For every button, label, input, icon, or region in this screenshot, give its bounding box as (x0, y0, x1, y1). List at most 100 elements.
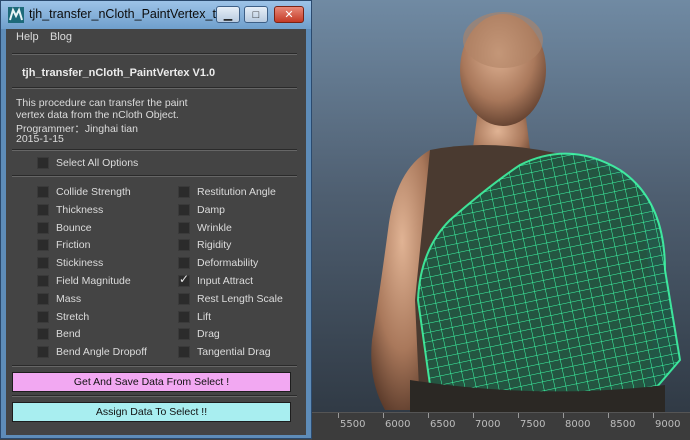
timeline-tick-mark (428, 413, 429, 418)
title-bar[interactable]: tjh_transfer_nCloth_PaintVertex_t... ▁ □… (1, 1, 311, 29)
checkbox-box[interactable] (178, 346, 190, 359)
right-checkbox-rest-length-scale[interactable]: Rest Length Scale (178, 291, 283, 307)
timeline-tick-label: 8000 (565, 419, 591, 430)
timeline-tick-mark (608, 413, 609, 418)
right-checkbox-rigidity[interactable]: Rigidity (178, 237, 231, 253)
right-checkbox-lift[interactable]: Lift (178, 309, 211, 325)
checkbox-box[interactable] (178, 239, 190, 252)
divider (12, 149, 297, 151)
checkbox-label: Input Attract (197, 275, 254, 287)
timeline-tick-label: 7500 (520, 419, 546, 430)
right-checkbox-deformability[interactable]: Deformability (178, 255, 258, 271)
checkbox-box[interactable] (37, 186, 49, 198)
right-checkbox-damp[interactable]: Damp (178, 202, 225, 218)
timeline-tick-label: 9000 (655, 419, 681, 430)
checkbox-box[interactable] (37, 310, 49, 323)
checkbox-label: Stickiness (56, 257, 104, 270)
checkbox-label: Bend Angle Dropoff (56, 346, 147, 359)
description-line: vertex data from the nCloth Object. (16, 109, 179, 121)
checkbox-label: Wrinkle (197, 221, 232, 234)
checkbox-label: Stretch (56, 310, 90, 323)
checkbox-label: Field Magnitude (56, 275, 131, 287)
close-icon: ✕ (284, 9, 294, 21)
timeline-tick-mark (383, 413, 384, 418)
right-checkbox-input-attract[interactable]: Input Attract (178, 272, 254, 289)
checkbox-label: Tangential Drag (197, 346, 271, 359)
checkbox-box[interactable] (37, 203, 49, 216)
checkbox-label: Collide Strength (56, 186, 131, 198)
left-checkbox-friction[interactable]: Friction (37, 237, 90, 253)
checkbox-box[interactable] (37, 292, 49, 305)
checkbox-label: Bounce (56, 221, 92, 234)
checkbox-label: Thickness (56, 203, 104, 216)
divider (12, 87, 297, 89)
checkbox-box[interactable] (37, 157, 49, 169)
minimize-button[interactable]: ▁ (216, 6, 240, 23)
timeline-tick-mark (473, 413, 474, 418)
left-checkbox-stretch[interactable]: Stretch (37, 309, 89, 325)
left-checkbox-stickiness[interactable]: Stickiness (37, 255, 103, 271)
menu-help[interactable]: Help (16, 31, 39, 43)
timeline-tick-label: 8500 (610, 419, 636, 430)
checkbox-box[interactable] (178, 203, 190, 216)
checkbox-box[interactable] (37, 239, 49, 252)
divider (12, 175, 297, 177)
timeline-tick-label: 5500 (340, 419, 366, 430)
left-checkbox-field-magnitude[interactable]: Field Magnitude (37, 273, 131, 289)
checkbox-label: Rest Length Scale (197, 292, 283, 305)
checkbox-box[interactable] (178, 257, 190, 270)
left-checkbox-mass[interactable]: Mass (37, 291, 81, 307)
checkbox-label: Rigidity (197, 239, 232, 252)
select-all-checkbox[interactable]: Select All Options (37, 155, 138, 171)
left-checkbox-collide-strength[interactable]: Collide Strength (37, 184, 131, 200)
window-title: tjh_transfer_nCloth_PaintVertex_t... (29, 7, 227, 21)
checkbox-box[interactable] (178, 310, 190, 323)
checkbox-box[interactable] (37, 221, 49, 234)
right-checkbox-tangential-drag[interactable]: Tangential Drag (178, 344, 271, 360)
right-checkbox-drag[interactable]: Drag (178, 326, 220, 342)
right-checkbox-restitution-angle[interactable]: Restitution Angle (178, 184, 276, 200)
timeline-tick-mark (653, 413, 654, 418)
checkbox-label: Drag (197, 328, 220, 341)
checkbox-box[interactable] (178, 186, 190, 198)
timeline-tick-mark (518, 413, 519, 418)
script-window: tjh_transfer_nCloth_PaintVertex_t... ▁ □… (0, 0, 312, 439)
divider (12, 395, 297, 397)
menu-bar: Help Blog (6, 29, 306, 47)
checkbox-box[interactable] (178, 221, 190, 234)
checkbox-box[interactable] (37, 257, 49, 270)
close-button[interactable]: ✕ (274, 6, 304, 23)
checkbox-label: Friction (56, 239, 91, 252)
description-line: This procedure can transfer the paint (16, 97, 188, 109)
left-checkbox-bend-angle-dropoff[interactable]: Bend Angle Dropoff (37, 344, 147, 360)
left-checkbox-thickness[interactable]: Thickness (37, 202, 103, 218)
divider (12, 53, 297, 55)
maximize-button[interactable]: □ (244, 6, 268, 23)
divider (12, 365, 297, 367)
timeline-tick-label: 6000 (385, 419, 411, 430)
checkbox-box[interactable] (178, 328, 190, 341)
checkbox-box[interactable] (37, 275, 49, 287)
left-checkbox-bounce[interactable]: Bounce (37, 220, 92, 236)
maya-app-icon (8, 7, 24, 23)
checkbox-box[interactable] (37, 346, 49, 359)
checkbox-box[interactable] (178, 272, 190, 287)
menu-blog[interactable]: Blog (50, 31, 72, 43)
timeline-tick-label: 6500 (430, 419, 456, 430)
checkbox-box[interactable] (178, 292, 190, 305)
checkbox-label: Damp (197, 203, 226, 216)
get-save-data-button[interactable]: Get And Save Data From Select ! (12, 372, 291, 392)
checkbox-box[interactable] (37, 328, 49, 341)
left-checkbox-bend[interactable]: Bend (37, 326, 81, 342)
right-checkbox-wrinkle[interactable]: Wrinkle (178, 220, 232, 236)
maximize-icon: □ (252, 8, 260, 21)
minimize-icon: ▁ (223, 9, 233, 21)
timeline-tick-label: 7000 (475, 419, 501, 430)
tool-header: tjh_transfer_nCloth_PaintVertex V1.0 (22, 67, 216, 79)
checkbox-label: Restitution Angle (197, 186, 276, 198)
checkbox-label: Deformability (197, 257, 259, 270)
checkbox-label: Bend (56, 328, 81, 341)
timeline-ruler[interactable]: 5500 6000 6500 7000 7500 8000 8500 9000 (312, 412, 690, 440)
checkbox-label: Select All Options (56, 157, 139, 169)
assign-data-button[interactable]: Assign Data To Select !! (12, 402, 291, 422)
